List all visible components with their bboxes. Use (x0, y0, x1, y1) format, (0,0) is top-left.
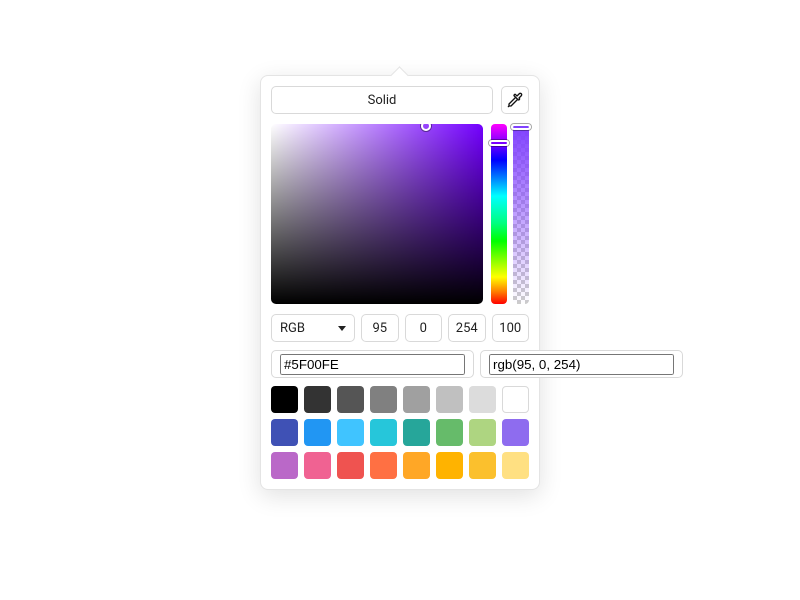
green-input[interactable] (405, 314, 443, 342)
swatch[interactable] (436, 386, 463, 413)
hue-slider[interactable] (491, 124, 507, 304)
rgb-text-value[interactable] (489, 354, 674, 375)
color-picker-popover: Solid R (260, 75, 540, 490)
fill-type-label: Solid (368, 93, 397, 108)
swatch[interactable] (370, 419, 397, 446)
swatch[interactable] (304, 452, 331, 479)
color-model-select[interactable]: RGB (271, 314, 355, 342)
swatch[interactable] (271, 386, 298, 413)
swatch[interactable] (469, 452, 496, 479)
swatch[interactable] (337, 419, 364, 446)
swatch[interactable] (370, 452, 397, 479)
rgb-text-input[interactable] (480, 350, 683, 378)
hex-input[interactable] (271, 350, 474, 378)
alpha-slider[interactable] (513, 124, 529, 304)
hue-thumb[interactable] (489, 140, 509, 146)
swatch[interactable] (403, 419, 430, 446)
alpha-input[interactable] (492, 314, 530, 342)
hex-value[interactable] (280, 354, 465, 375)
swatch[interactable] (271, 419, 298, 446)
red-value[interactable] (362, 315, 398, 341)
swatch[interactable] (304, 386, 331, 413)
fill-type-select[interactable]: Solid (271, 86, 493, 114)
alpha-thumb[interactable] (511, 124, 531, 130)
swatch[interactable] (370, 386, 397, 413)
swatch[interactable] (436, 452, 463, 479)
swatch[interactable] (469, 386, 496, 413)
swatch[interactable] (271, 452, 298, 479)
red-input[interactable] (361, 314, 399, 342)
green-value[interactable] (406, 315, 442, 341)
sv-thumb[interactable] (421, 124, 431, 131)
swatch[interactable] (502, 419, 529, 446)
swatch[interactable] (436, 419, 463, 446)
chevron-down-icon (338, 326, 346, 331)
alpha-value[interactable] (493, 315, 529, 341)
swatch[interactable] (502, 452, 529, 479)
saturation-value-area[interactable] (271, 124, 483, 304)
swatch[interactable] (502, 386, 529, 413)
swatch[interactable] (304, 419, 331, 446)
blue-input[interactable] (448, 314, 486, 342)
swatch[interactable] (337, 452, 364, 479)
eyedropper-icon (507, 92, 523, 108)
swatch[interactable] (403, 386, 430, 413)
swatch[interactable] (403, 452, 430, 479)
blue-value[interactable] (449, 315, 485, 341)
swatch-grid (271, 386, 529, 479)
eyedropper-button[interactable] (501, 86, 529, 114)
color-model-label: RGB (280, 321, 305, 336)
swatch[interactable] (469, 419, 496, 446)
swatch[interactable] (337, 386, 364, 413)
